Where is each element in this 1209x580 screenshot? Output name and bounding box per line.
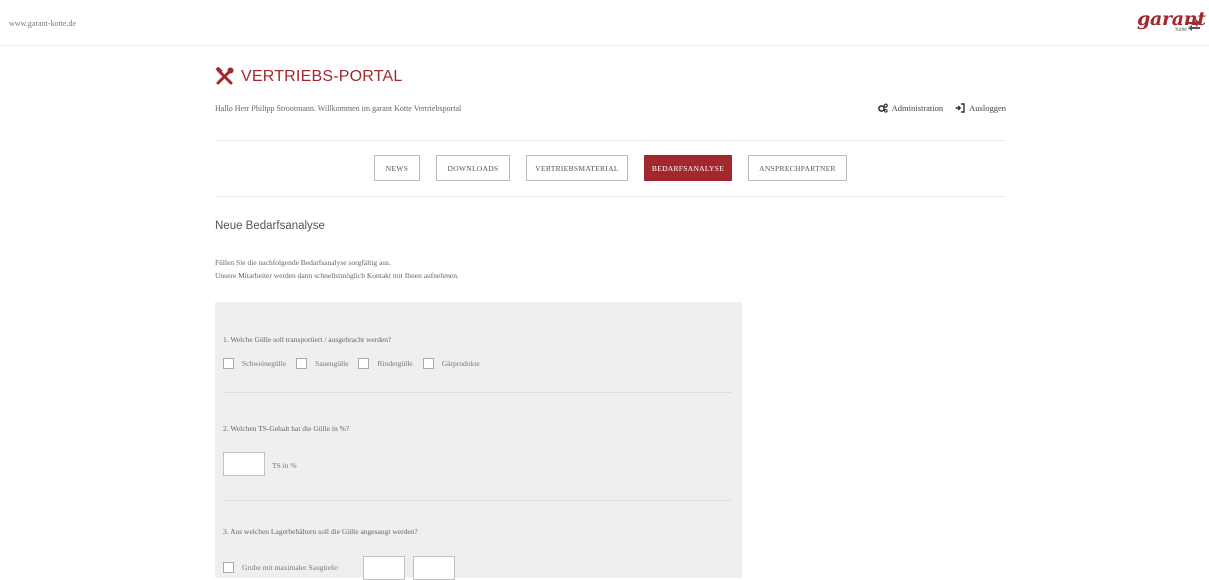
logo-arrow-icon (1188, 19, 1200, 31)
divider (223, 500, 732, 501)
admin-link-label: Administration (891, 103, 944, 113)
sign-out-icon (955, 103, 965, 113)
garant-logo[interactable]: garant Kotte (1137, 8, 1206, 38)
option-label: Schweinegülle (242, 359, 287, 368)
option-rinderguelle[interactable]: Rindergülle (358, 358, 413, 369)
option-label: Gärprodukte (441, 359, 480, 368)
section-title: Neue Bedarfsanalyse (215, 220, 325, 232)
checkbox[interactable] (223, 562, 234, 573)
checkbox[interactable] (296, 358, 308, 369)
question-3-label: 3. Aus welchen Lagerbehältern soll die G… (223, 527, 418, 536)
option-sauenguelle[interactable]: Sauengülle (296, 358, 348, 369)
saugtiefe-input-2[interactable] (413, 556, 455, 580)
main-nav: NEWS DOWNLOADS VERTRIEBSMATERIAL BEDARFS… (215, 140, 1006, 197)
nav-vertriebsmaterial-button[interactable]: VERTRIEBSMATERIAL (526, 155, 628, 181)
option-label: Grube mit maximaler Saugtiefe: (242, 563, 339, 572)
portal-title-text: VERTRIEBS-PORTAL (241, 68, 403, 85)
option-label: Rindergülle (377, 359, 413, 368)
account-links: Administration Ausloggen (866, 103, 1006, 113)
question-2-label: 2. Welchen TS-Gehalt hat die Gülle in %? (223, 424, 350, 433)
intro-line-2: Unsere Mitarbeiter werden dann schnellst… (215, 271, 459, 280)
logo-subtext: Kotte (1175, 27, 1187, 33)
question-1-label: 1. Welche Gülle soll transportiert / aus… (223, 335, 392, 344)
ts-percent-input[interactable] (223, 452, 265, 476)
top-bar: www.garant-kotte.de garant Kotte (0, 0, 1209, 46)
checkbox[interactable] (223, 358, 234, 369)
option-gaerprodukte[interactable]: Gärprodukte (422, 358, 480, 369)
nav-ansprechpartner-button[interactable]: ANSPRECHPARTNER (748, 155, 847, 181)
welcome-text: Hallo Herr Philipp Strootmann. Willkomme… (215, 104, 462, 113)
option-schweineguelle[interactable]: Schweinegülle (223, 358, 286, 369)
ts-unit-label: TS in % (272, 461, 297, 470)
option-grube[interactable]: Grube mit maximaler Saugtiefe: (223, 562, 339, 573)
nav-downloads-button[interactable]: DOWNLOADS (436, 155, 510, 181)
portal-title: VERTRIEBS-PORTAL (215, 66, 402, 88)
intro-line-1: Füllen Sie die nachfolgende Bedarfsanaly… (215, 258, 391, 267)
nav-news-button[interactable]: NEWS (374, 155, 420, 181)
logout-link-label: Ausloggen (969, 103, 1006, 113)
nav-bedarfsanalyse-button[interactable]: BEDARFSANALYSE (644, 155, 732, 181)
checkbox[interactable] (422, 358, 434, 369)
tools-icon (215, 67, 234, 85)
checkbox[interactable] (358, 358, 370, 369)
intro-text: Füllen Sie die nachfolgende Bedarfsanaly… (215, 256, 459, 282)
gears-icon (877, 103, 888, 113)
site-url-link[interactable]: www.garant-kotte.de (9, 19, 76, 28)
logout-link[interactable]: Ausloggen (955, 103, 1006, 113)
admin-link[interactable]: Administration (877, 103, 944, 113)
option-label: Sauengülle (315, 359, 349, 368)
saugtiefe-input-1[interactable] (363, 556, 405, 580)
question-1-options: Schweinegülle Sauengülle Rindergülle Gär… (223, 358, 490, 369)
divider (223, 392, 732, 393)
bedarfsanalyse-form: 1. Welche Gülle soll transportiert / aus… (215, 302, 742, 580)
